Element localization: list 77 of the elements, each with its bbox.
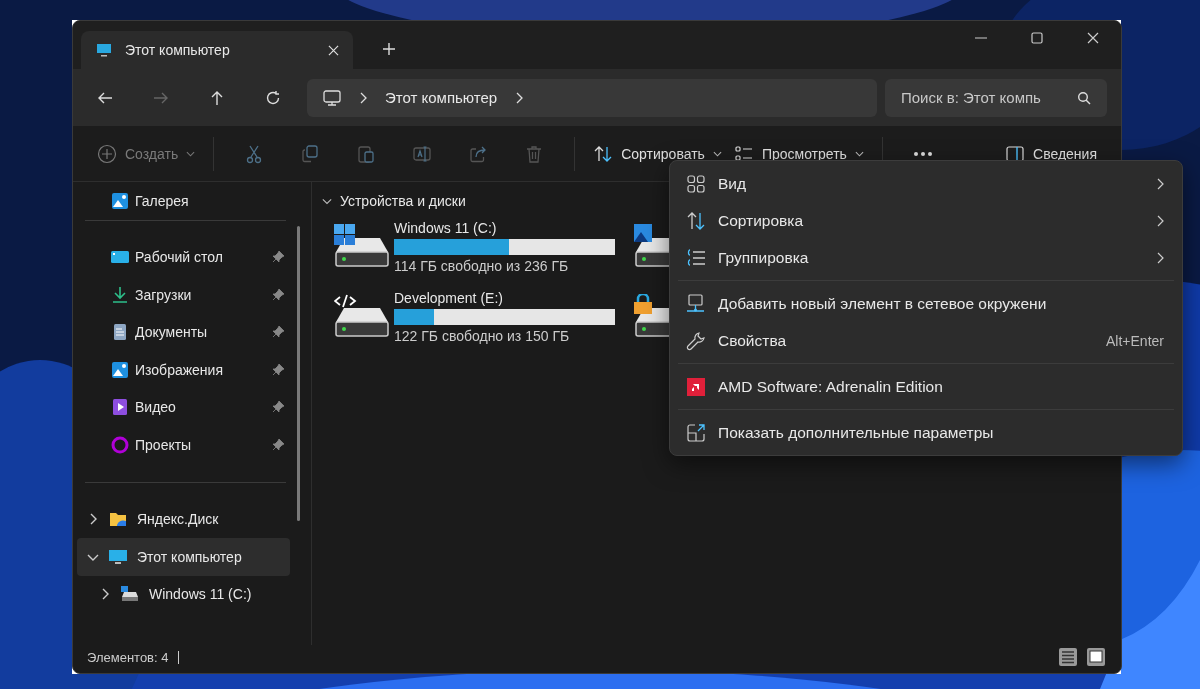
- up-icon[interactable]: [209, 89, 225, 106]
- drive-icon[interactable]: [334, 224, 390, 268]
- maximize-icon[interactable]: [1031, 32, 1043, 44]
- caret-icon: [712, 150, 722, 157]
- add-tab-icon[interactable]: [383, 43, 395, 55]
- drive-name: Development (E:): [394, 290, 504, 306]
- tab-title: Этот компьютер: [125, 42, 231, 58]
- sidebar-item[interactable]: Документы: [77, 313, 290, 351]
- sidebar-item[interactable]: Видео: [77, 388, 290, 426]
- caret-icon: [854, 150, 864, 157]
- tree-item[interactable]: Яндекс.Диск: [77, 500, 290, 538]
- section-title: Устройства и диски: [340, 193, 466, 209]
- sidebar-label: Проекты: [135, 436, 193, 453]
- menu-item-icon: [686, 247, 706, 268]
- tiles-view-icon[interactable]: [1087, 648, 1105, 666]
- address-bar[interactable]: Этот компьютер: [307, 78, 877, 117]
- menu-item[interactable]: Сортировка: [670, 202, 1182, 239]
- menu-item[interactable]: Свойства Alt+Enter: [670, 322, 1182, 359]
- add-icon: [97, 143, 117, 164]
- chevron-icon[interactable]: [515, 91, 524, 104]
- caret-icon: [186, 150, 196, 157]
- pin-icon[interactable]: [272, 363, 284, 376]
- sidebar-label: Рабочий стол: [135, 249, 224, 266]
- tree-label: Этот компьютер: [137, 548, 243, 565]
- pin-icon[interactable]: [272, 288, 284, 301]
- tree-label: Яндекс.Диск: [137, 511, 220, 528]
- pin-icon[interactable]: [272, 401, 284, 414]
- sidebar-label: Видео: [135, 399, 177, 416]
- monitor-icon: [95, 42, 113, 58]
- refresh-icon[interactable]: [265, 89, 281, 106]
- drive-icon[interactable]: [334, 294, 390, 338]
- search-field[interactable]: Поиск в: Этот компь: [885, 78, 1107, 117]
- sidebar-label: Галерея: [135, 192, 190, 209]
- rename-icon[interactable]: [412, 143, 433, 164]
- pin-icon[interactable]: [272, 326, 284, 339]
- tree-label: Windows 11 (C:): [149, 586, 253, 603]
- drive-name: Windows 11 (C:): [394, 220, 498, 236]
- menu-item-icon: [686, 330, 706, 351]
- chevron-icon[interactable]: [322, 196, 332, 206]
- pin-icon[interactable]: [272, 251, 284, 264]
- drive-usage: 114 ГБ свободно из 236 ГБ: [394, 258, 570, 274]
- drive-icon: [121, 585, 139, 604]
- tree-item[interactable]: Windows 11 (C:): [77, 575, 290, 613]
- scrollbar[interactable]: [297, 226, 300, 521]
- menu-item-icon: [686, 173, 706, 194]
- menu-item-icon: [686, 422, 706, 443]
- sidebar-item[interactable]: Загрузки: [77, 276, 290, 314]
- sidebar-label: Изображения: [135, 361, 224, 378]
- menu-item-icon: [686, 376, 706, 397]
- close-icon[interactable]: [328, 44, 339, 56]
- pin-icon[interactable]: [272, 438, 284, 451]
- details-view-icon[interactable]: [1059, 648, 1077, 666]
- menu-item-icon: [686, 293, 706, 314]
- create-button[interactable]: Создать: [91, 137, 202, 170]
- sidebar-item[interactable]: Галерея: [77, 182, 290, 220]
- drive-usage: 122 ГБ свободно из 150 ГБ: [394, 328, 571, 344]
- menu-item[interactable]: Группировка: [670, 239, 1182, 276]
- more-icon[interactable]: [912, 150, 933, 157]
- sidebar-item[interactable]: Рабочий стол: [77, 238, 290, 276]
- menu-item[interactable]: Показать дополнительные параметры: [670, 414, 1182, 451]
- tree-item[interactable]: Этот компьютер: [77, 538, 290, 576]
- menu-item[interactable]: AMD Software: Adrenalin Edition: [670, 368, 1182, 405]
- chevron-icon[interactable]: [359, 91, 367, 104]
- paste-icon[interactable]: [356, 143, 377, 164]
- breadcrumb[interactable]: Этот компьютер: [385, 89, 498, 106]
- sidebar-label: Загрузки: [135, 286, 193, 303]
- menu-item[interactable]: Добавить новый элемент в сетевое окружени: [670, 285, 1182, 322]
- monitor-icon: [323, 88, 341, 107]
- menu-item-icon: [686, 210, 706, 231]
- item-count: Элементов: 4: [87, 649, 169, 665]
- window-tab[interactable]: Этот компьютер: [81, 31, 353, 69]
- sidebar-item[interactable]: Проекты: [77, 426, 290, 464]
- sidebar-item[interactable]: Изображения: [77, 351, 290, 389]
- search-icon[interactable]: [1077, 90, 1091, 105]
- close-icon[interactable]: [1087, 32, 1099, 44]
- sidebar-label: Документы: [135, 324, 209, 341]
- copy-icon[interactable]: [300, 143, 321, 164]
